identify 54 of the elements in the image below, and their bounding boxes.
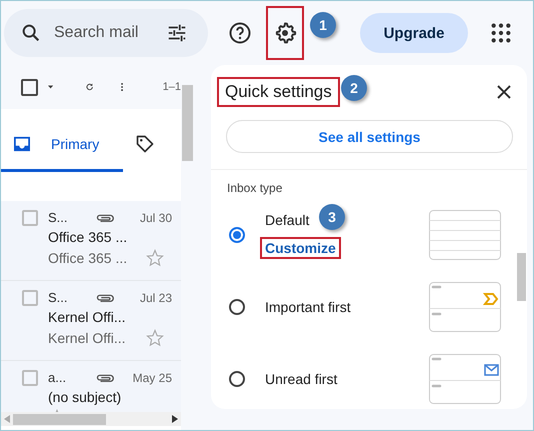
scroll-right-icon[interactable] — [172, 415, 178, 423]
caret-icon[interactable] — [48, 84, 54, 90]
step-badge: 1 — [310, 12, 336, 38]
page-range: 1–1 — [162, 81, 181, 93]
apps-icon[interactable] — [490, 22, 512, 44]
settings-button[interactable] — [266, 6, 304, 60]
unread-preview-drawing — [429, 354, 501, 404]
section-title: Inbox type — [227, 181, 284, 195]
search-icon — [20, 22, 42, 44]
email-date: Jul 23 — [140, 290, 172, 304]
select-all-checkbox[interactable] — [21, 78, 38, 96]
inbox-preview-drawing — [429, 210, 501, 260]
email-row[interactable]: a... May 25 (no subject) — [1, 361, 181, 412]
upgrade-button[interactable]: Upgrade — [360, 13, 468, 53]
email-sender: S... — [48, 210, 69, 225]
option-label: Important first — [265, 299, 351, 315]
email-checkbox[interactable] — [22, 370, 38, 386]
email-row[interactable]: S... Jul 23 Kernel Offi... Kernel Offi... — [1, 281, 181, 361]
email-checkbox[interactable] — [22, 210, 38, 226]
email-subject: (no subject) — [48, 389, 122, 405]
email-row[interactable]: S... Jul 30 Office 365 ... Office 365 ... — [1, 201, 181, 281]
email-subject: Office 365 ... — [48, 229, 128, 245]
email-checkbox[interactable] — [22, 290, 38, 306]
search-field[interactable]: Search mail — [52, 23, 156, 43]
tag-icon — [135, 134, 155, 154]
radio-button[interactable] — [229, 299, 245, 315]
filter-icon[interactable] — [166, 22, 188, 44]
help-icon[interactable] — [228, 21, 252, 45]
email-snippet: Kernel Offi... — [48, 330, 126, 346]
primary-tab[interactable]: Primary — [1, 118, 123, 172]
email-sender: a... — [48, 370, 68, 385]
option-label: Default — [265, 212, 310, 228]
see-all-settings-button[interactable]: See all settings — [226, 120, 513, 154]
panel-scrollbar-thumb[interactable] — [517, 253, 526, 301]
panel-title: Quick settings — [217, 77, 340, 107]
email-snippet: Office 365 ... — [48, 250, 128, 266]
star-icon[interactable] — [146, 249, 164, 267]
email-sender: S... — [48, 290, 69, 305]
option-label: Unread first — [265, 371, 338, 387]
radio-button[interactable] — [229, 371, 245, 387]
email-date: Jul 30 — [140, 210, 172, 224]
important-preview-drawing — [429, 282, 501, 332]
customize-link[interactable]: Customize — [260, 236, 341, 258]
step-badge: 3 — [319, 204, 345, 230]
horizontal-scrollbar[interactable] — [1, 412, 181, 426]
email-date: May 25 — [132, 370, 172, 384]
close-icon[interactable] — [497, 85, 511, 99]
step-badge: 2 — [341, 75, 367, 101]
scrollbar-thumb[interactable] — [182, 85, 193, 161]
settings-icon — [273, 21, 297, 45]
email-subject: Kernel Offi... — [48, 309, 127, 325]
radio-button[interactable] — [229, 227, 245, 243]
inbox-icon — [13, 136, 31, 152]
star-icon[interactable] — [146, 329, 164, 347]
